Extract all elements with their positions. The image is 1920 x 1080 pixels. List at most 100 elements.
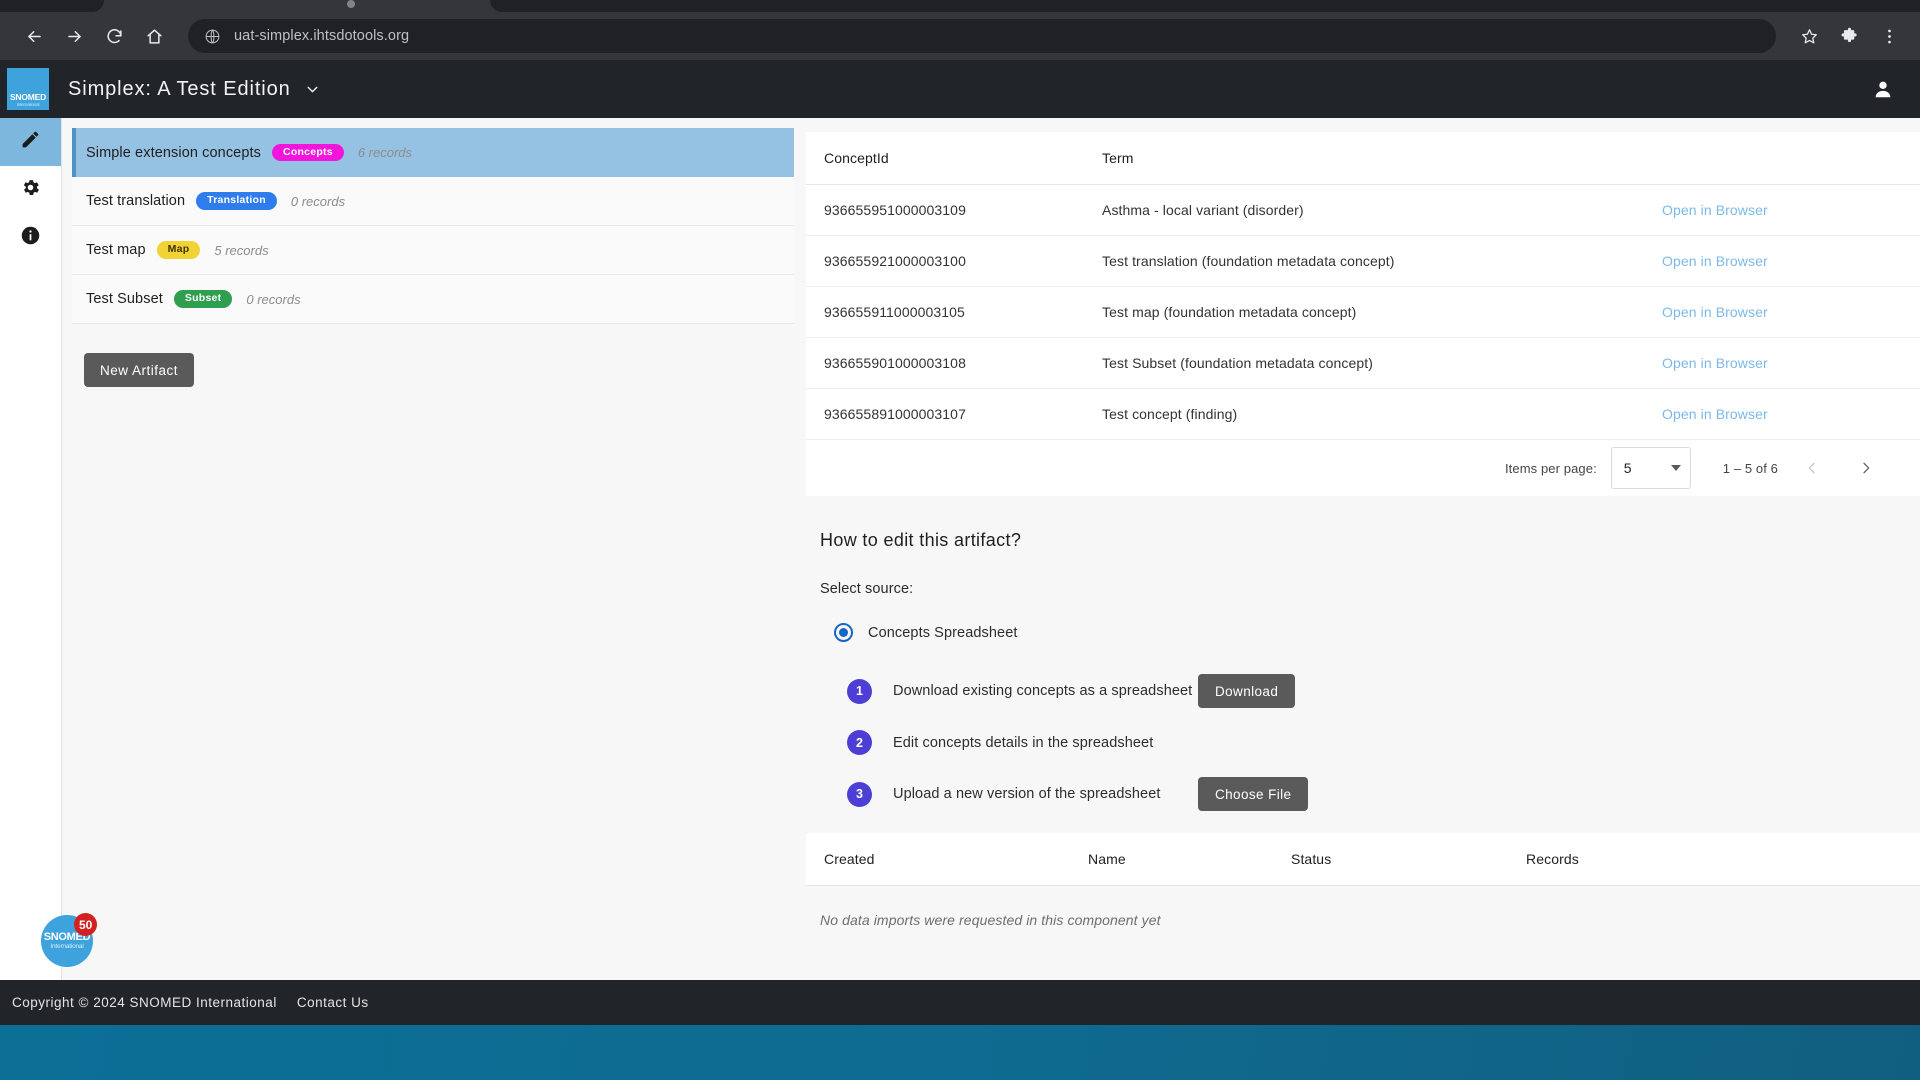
table-row[interactable]: 936655951000003109 Asthma - local varian…: [806, 184, 1920, 236]
table-row[interactable]: 936655911000003105 Test map (foundation …: [806, 286, 1920, 338]
step-number-badge: 1: [847, 678, 872, 704]
open-in-browser-link[interactable]: Open in Browser: [1662, 202, 1768, 218]
artifact-badge: Concepts: [272, 143, 344, 162]
app-bar: SNOMED International Simplex: A Test Edi…: [0, 60, 1920, 118]
footer-copyright: Copyright © 2024 SNOMED International: [12, 995, 277, 1010]
gear-icon: [20, 177, 41, 203]
browser-toolbar: uat-simplex.ihtsdotools.org: [0, 12, 1920, 60]
artifact-row-test-map[interactable]: Test map Map 5 records: [72, 226, 794, 275]
artifact-badge: Map: [156, 241, 201, 259]
cell-term: Asthma - local variant (disorder): [1102, 184, 1662, 236]
table-row[interactable]: 936655901000003108 Test Subset (foundati…: [806, 337, 1920, 389]
concepts-table-header-row: ConceptId Term: [806, 132, 1920, 185]
tab-strip-left-edge: [0, 0, 104, 12]
artifact-name: Test translation: [86, 193, 186, 209]
how-to-heading: How to edit this artifact?: [820, 530, 1022, 550]
artifact-name: Test Subset: [86, 291, 163, 307]
next-page-button[interactable]: [1846, 448, 1886, 488]
page-body: Simple extension concepts Concepts 6 rec…: [0, 118, 1920, 980]
step-2: 2 Edit concepts details in the spreadshe…: [847, 730, 1920, 755]
previous-page-button[interactable]: [1792, 448, 1832, 488]
column-header-actions: [1662, 132, 1920, 185]
cell-concept-id: 936655951000003109: [806, 184, 1102, 236]
artifact-records: 0 records: [290, 193, 346, 209]
artifact-row-test-subset[interactable]: Test Subset Subset 0 records: [72, 275, 794, 324]
snomed-logo: SNOMED International: [7, 68, 49, 110]
open-in-browser-link[interactable]: Open in Browser: [1662, 406, 1768, 422]
address-bar[interactable]: uat-simplex.ihtsdotools.org: [188, 19, 1776, 53]
detail-panel: ConceptId Term 936655951000003109 Asthma…: [802, 118, 1920, 980]
artifact-badge: Translation: [196, 192, 277, 210]
new-artifact-button[interactable]: New Artifact: [84, 353, 195, 387]
reload-button[interactable]: [94, 16, 134, 56]
step-text: Upload a new version of the spreadsheet: [893, 786, 1161, 802]
browser-chrome: uat-simplex.ihtsdotools.org: [0, 0, 1920, 60]
chevron-down-icon: [1670, 465, 1681, 471]
concepts-table: ConceptId Term 936655951000003109 Asthma…: [806, 132, 1920, 440]
table-row[interactable]: 936655921000003100 Test translation (fou…: [806, 235, 1920, 287]
tab-favicon-icon: [347, 0, 355, 8]
back-button[interactable]: [14, 16, 54, 56]
artifact-row-test-translation[interactable]: Test translation Translation 0 records: [72, 177, 794, 226]
cell-concept-id: 936655921000003100: [806, 235, 1102, 287]
download-button[interactable]: Download: [1198, 674, 1296, 708]
page-range-label: 1 – 5 of 6: [1722, 460, 1778, 476]
cell-term: Test translation (foundation metadata co…: [1102, 235, 1662, 287]
step-3: 3 Upload a new version of the spreadshee…: [847, 777, 1920, 811]
column-header-conceptid: ConceptId: [806, 132, 1102, 185]
home-button[interactable]: [134, 16, 174, 56]
browser-menu-icon[interactable]: [1872, 19, 1906, 53]
address-bar-url: uat-simplex.ihtsdotools.org: [234, 28, 410, 44]
artifact-row-simple-extension-concepts[interactable]: Simple extension concepts Concepts 6 rec…: [72, 128, 794, 177]
footer-contact-us-link[interactable]: Contact Us: [297, 995, 369, 1010]
column-header-name: Name: [1088, 833, 1291, 886]
imports-table-card: Created Name Status Records: [806, 833, 1920, 886]
items-per-page-value: 5: [1623, 460, 1632, 476]
rail-item-settings[interactable]: [0, 166, 61, 214]
column-header-term: Term: [1102, 132, 1662, 185]
pencil-icon: [20, 129, 41, 155]
cell-term: Test map (foundation metadata concept): [1102, 286, 1662, 338]
step-number-badge: 2: [847, 730, 872, 755]
step-number-badge: 3: [847, 781, 872, 807]
step-text: Edit concepts details in the spreadsheet: [893, 734, 1154, 751]
bookmark-star-icon[interactable]: [1792, 19, 1826, 53]
radio-button-icon: [834, 623, 853, 642]
artifact-records: 6 records: [357, 145, 413, 160]
open-in-browser-link[interactable]: Open in Browser: [1662, 355, 1768, 371]
extensions-puzzle-icon[interactable]: [1832, 19, 1866, 53]
forward-button[interactable]: [54, 16, 94, 56]
open-in-browser-link[interactable]: Open in Browser: [1662, 253, 1768, 269]
edition-chevron-down-icon[interactable]: [304, 81, 321, 98]
rail-item-info[interactable]: [0, 214, 61, 262]
radio-concepts-spreadsheet[interactable]: Concepts Spreadsheet: [834, 623, 1920, 642]
items-per-page-select[interactable]: 5: [1610, 447, 1691, 489]
column-header-status: Status: [1291, 833, 1526, 886]
cell-term: Test Subset (foundation metadata concept…: [1102, 337, 1662, 389]
snomed-logo-line1: SNOMED: [9, 92, 47, 102]
cell-concept-id: 936655911000003105: [806, 286, 1102, 338]
artifact-name: Simple extension concepts: [86, 144, 261, 161]
artifact-badge: Subset: [173, 290, 233, 308]
active-tab[interactable]: [104, 0, 490, 12]
column-header-created: Created: [806, 833, 1088, 886]
open-in-browser-link[interactable]: Open in Browser: [1662, 304, 1768, 320]
concepts-table-card: ConceptId Term 936655951000003109 Asthma…: [806, 132, 1920, 496]
radio-label: Concepts Spreadsheet: [868, 624, 1018, 641]
icon-rail: [0, 118, 62, 980]
rail-item-edit[interactable]: [0, 118, 61, 166]
imports-table: Created Name Status Records: [806, 833, 1920, 886]
artifact-panel: Simple extension concepts Concepts 6 rec…: [62, 118, 802, 980]
cell-term: Test concept (finding): [1102, 388, 1662, 440]
account-person-icon[interactable]: [1872, 78, 1894, 100]
tab-strip-right-edge: [490, 0, 1920, 12]
cell-concept-id: 936655891000003107: [806, 388, 1102, 440]
table-row[interactable]: 936655891000003107 Test concept (finding…: [806, 388, 1920, 440]
how-to-section: How to edit this artifact? Select source…: [802, 496, 1920, 811]
choose-file-button[interactable]: Choose File: [1198, 777, 1309, 811]
snomed-logo-line2: International: [16, 102, 40, 107]
artifact-records: 0 records: [246, 291, 301, 307]
globe-icon: [204, 28, 221, 45]
step-1: 1 Download existing concepts as a spread…: [847, 674, 1920, 708]
column-header-records: Records: [1526, 833, 1920, 886]
